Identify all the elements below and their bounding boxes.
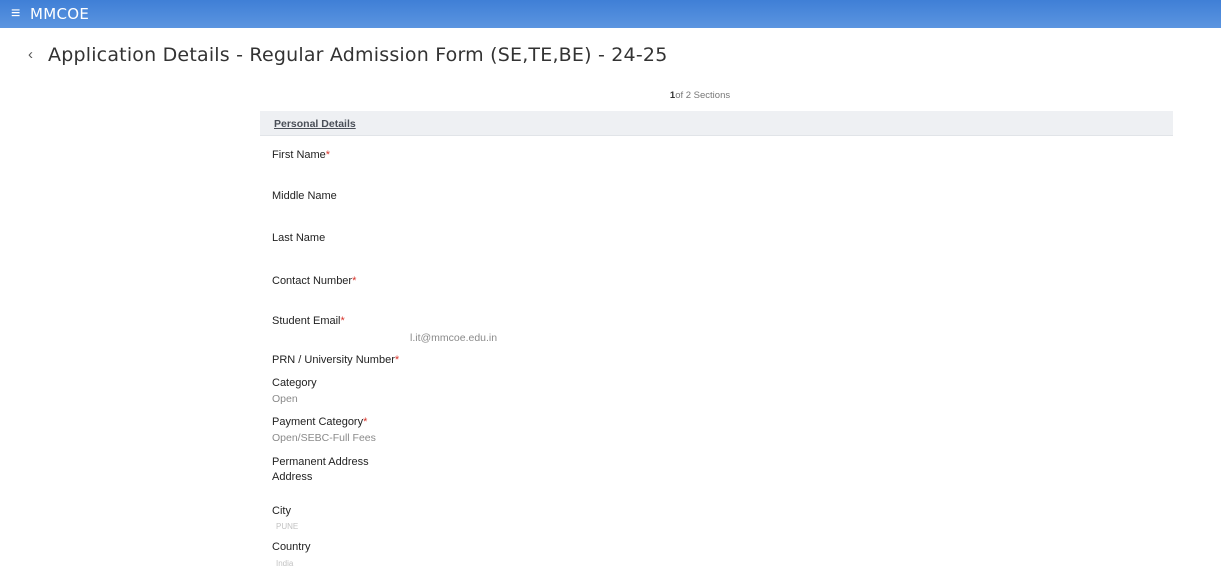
contact-number-label: Contact Number*: [272, 275, 356, 287]
required-marker: *: [340, 315, 345, 327]
category-label: Category: [272, 377, 317, 389]
student-email-value: l.it@mmcoe.edu.in: [410, 332, 498, 344]
city-value: PUNE: [276, 522, 299, 531]
required-marker: *: [325, 149, 331, 161]
back-chevron-icon[interactable]: ‹: [28, 46, 33, 64]
address-label: Address: [272, 471, 313, 483]
permanent-address-heading: Permanent Address: [272, 456, 369, 468]
required-marker: *: [352, 275, 357, 287]
city-label: City: [272, 505, 291, 517]
app-name[interactable]: MMCOE: [30, 6, 89, 22]
contact-number-label-text: Contact Number: [272, 275, 353, 287]
progress-rest: of 2 Sections: [675, 90, 731, 101]
page-title: Application Details - Regular Admission …: [48, 44, 668, 66]
category-value: Open: [272, 393, 298, 405]
country-value: India: [276, 559, 294, 568]
payment-category-label: Payment Category*: [272, 416, 367, 428]
prn-label: PRN / University Number*: [272, 354, 399, 366]
prn-label-text: PRN / University Number: [272, 354, 395, 366]
country-label: Country: [272, 541, 311, 553]
section-header: Personal Details: [260, 111, 1173, 136]
section-progress: 1of 2 Sections: [640, 90, 760, 101]
section-title[interactable]: Personal Details: [274, 118, 356, 130]
top-app-bar: ≡ MMCOE: [0, 0, 1221, 28]
first-name-label-text: First Name: [272, 149, 326, 161]
first-name-label: First Name*: [272, 149, 330, 161]
menu-icon[interactable]: ≡: [11, 6, 20, 22]
payment-category-value: Open/SEBC-Full Fees: [272, 432, 376, 444]
required-marker: *: [363, 416, 368, 428]
student-email-label: Student Email*: [272, 315, 345, 327]
middle-name-label: Middle Name: [272, 190, 337, 202]
payment-category-label-text: Payment Category: [272, 416, 364, 428]
student-email-label-text: Student Email: [272, 315, 341, 327]
last-name-label: Last Name: [272, 232, 326, 244]
required-marker: *: [394, 354, 400, 366]
